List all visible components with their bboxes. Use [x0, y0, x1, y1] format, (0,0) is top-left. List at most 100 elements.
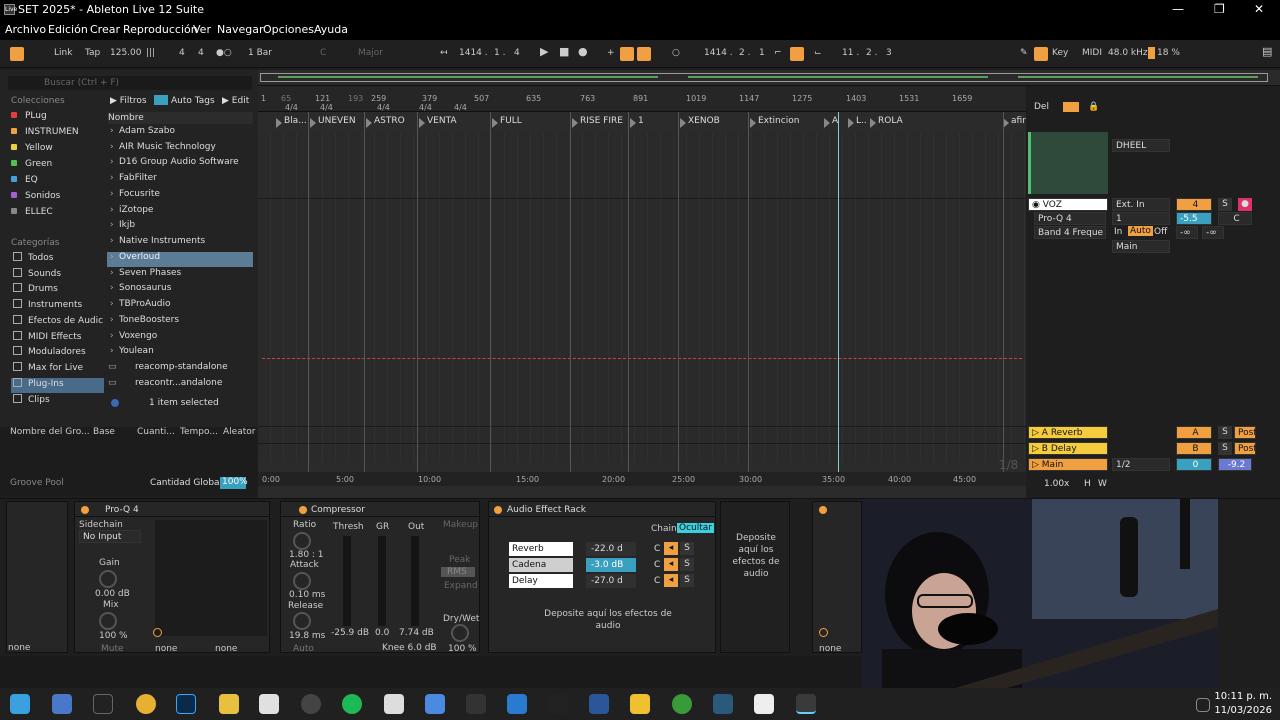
- metronome-icon[interactable]: ●○: [216, 48, 232, 58]
- category-max-for-live[interactable]: Max for Live: [11, 362, 104, 377]
- device-on-icon[interactable]: [81, 506, 89, 514]
- sig-numerator[interactable]: 4: [179, 48, 185, 58]
- main-pan[interactable]: -9.2: [1218, 458, 1252, 471]
- metronome-bars-icon[interactable]: |||: [146, 48, 155, 58]
- folder-icon[interactable]: [219, 694, 239, 714]
- voz-input[interactable]: Ext. In: [1112, 198, 1170, 211]
- chain-pan[interactable]: C: [654, 560, 660, 570]
- scale-select[interactable]: Major: [358, 48, 383, 58]
- rack-drop-area[interactable]: Deposite aquí los efectos de audio: [720, 501, 790, 653]
- key-map-button[interactable]: Key: [1052, 48, 1068, 58]
- locator[interactable]: UNEVEN: [310, 116, 356, 128]
- auto-tags-button[interactable]: Auto Tags: [171, 96, 215, 106]
- notepad-icon[interactable]: [259, 694, 279, 714]
- groove-col-quantize[interactable]: Cuanti...: [137, 427, 175, 437]
- category-sounds[interactable]: Sounds: [11, 268, 104, 283]
- gain-knob[interactable]: [99, 570, 117, 588]
- category-clips[interactable]: Clips: [11, 394, 104, 409]
- track-lanes[interactable]: [258, 132, 1026, 462]
- draw-mode-icon[interactable]: ✎: [1020, 48, 1028, 58]
- loop-back-icon[interactable]: [637, 47, 651, 61]
- h-button[interactable]: H: [1084, 479, 1091, 489]
- drywet-knob[interactable]: [451, 624, 469, 642]
- chain-activator-icon[interactable]: ◂: [664, 542, 678, 555]
- sig-denominator[interactable]: 4: [198, 48, 204, 58]
- locator[interactable]: A: [824, 116, 838, 128]
- link-button[interactable]: Link: [54, 48, 72, 58]
- mute-button[interactable]: Mute: [101, 644, 124, 654]
- empty-device-select[interactable]: none: [8, 643, 30, 653]
- automation-arm-icon[interactable]: [620, 47, 634, 61]
- vpn-icon[interactable]: [672, 694, 692, 714]
- category-midi-effects[interactable]: MIDI Effects: [11, 331, 104, 346]
- groove-col-name[interactable]: Nombre del Gro...: [10, 427, 90, 437]
- device-drop-zone[interactable]: Deposite aquí los efectos de audio: [725, 532, 787, 580]
- device-on-icon[interactable]: [494, 506, 502, 514]
- record-icon[interactable]: ●: [578, 45, 588, 58]
- arr-pos-beat[interactable]: 1 .: [494, 48, 505, 58]
- release-knob[interactable]: [293, 612, 311, 630]
- menu-reproduccion[interactable]: Reproducción: [123, 23, 198, 36]
- midi-map-button[interactable]: MIDI: [1082, 48, 1102, 58]
- voz-output[interactable]: Main: [1112, 240, 1170, 253]
- list-item[interactable]: D16 Group Audio Software: [107, 157, 253, 172]
- rack-title[interactable]: Audio Effect Rack: [489, 502, 715, 517]
- keymap-icon[interactable]: [1034, 47, 1048, 61]
- chain-solo[interactable]: S: [680, 574, 694, 587]
- auto-release-button[interactable]: Auto: [293, 644, 314, 654]
- track-clip-area[interactable]: [1028, 132, 1108, 194]
- voz-parameter[interactable]: Band 4 Freque: [1034, 226, 1106, 239]
- category-todos[interactable]: Todos: [11, 252, 104, 267]
- device-on-icon[interactable]: [819, 506, 827, 514]
- punch-out-icon[interactable]: ⌙: [814, 48, 822, 58]
- voz-pan[interactable]: C: [1218, 212, 1252, 225]
- menu-ayuda[interactable]: Ayuda: [314, 23, 348, 36]
- spotify-icon[interactable]: [342, 694, 362, 714]
- locator[interactable]: Bla...: [276, 116, 307, 128]
- category-plug-ins[interactable]: Plug-Ins: [11, 378, 104, 393]
- locator[interactable]: Extincion: [750, 116, 799, 128]
- menu-opciones[interactable]: Opciones: [263, 23, 314, 36]
- locator[interactable]: VENTA: [419, 116, 457, 128]
- network-icon[interactable]: [1196, 698, 1210, 712]
- loop-start-bar[interactable]: 1414 .: [704, 48, 733, 58]
- sidechain-select[interactable]: No Input: [79, 530, 141, 543]
- peak-button[interactable]: Peak: [449, 555, 470, 565]
- menu-ver[interactable]: Ver: [193, 23, 211, 36]
- obs-icon[interactable]: [301, 694, 321, 714]
- locator[interactable]: ROLA: [870, 116, 903, 128]
- chain-volume[interactable]: -3.0 dB: [586, 558, 636, 572]
- collection-green[interactable]: Green: [11, 159, 105, 173]
- collection-yellow[interactable]: Yellow: [11, 143, 105, 157]
- chain-pan[interactable]: C: [654, 544, 660, 554]
- main-name[interactable]: ▷ Main: [1028, 458, 1108, 471]
- hide-chain-button[interactable]: Ocultar: [677, 523, 714, 533]
- arrangement-record-icon[interactable]: [1063, 102, 1079, 112]
- list-item[interactable]: Youlean: [107, 346, 253, 361]
- loop-length-beat[interactable]: 2 .: [866, 48, 877, 58]
- list-item-selected[interactable]: Overloud: [107, 252, 253, 267]
- category-modulators[interactable]: Moduladores: [11, 346, 104, 361]
- return-a-post[interactable]: Post: [1234, 426, 1257, 439]
- main-cue[interactable]: 1/2: [1112, 458, 1170, 471]
- key-select[interactable]: C: [320, 48, 326, 58]
- list-item[interactable]: Focusrite: [107, 189, 253, 204]
- filters-toggle[interactable]: ▶ Filtros: [110, 96, 147, 106]
- return-b-name[interactable]: ▷ B Delay: [1028, 442, 1108, 455]
- locator[interactable]: ASTRO: [366, 116, 405, 128]
- list-item[interactable]: AIR Music Technology: [107, 142, 253, 157]
- photoshop-icon[interactable]: [176, 694, 196, 714]
- list-item[interactable]: Seven Phases: [107, 268, 253, 283]
- chrome-icon[interactable]: [136, 694, 156, 714]
- rms-button[interactable]: RMS: [441, 567, 475, 577]
- loop-length-sixteenth[interactable]: 3: [886, 48, 892, 58]
- list-item[interactable]: Adam Szabo: [107, 126, 253, 141]
- groove-col-random[interactable]: Aleator: [223, 427, 255, 437]
- chain-name[interactable]: Delay: [509, 574, 573, 588]
- browser-toggle-icon[interactable]: [10, 47, 24, 61]
- chain-name[interactable]: Reverb: [509, 542, 573, 556]
- return-b-post[interactable]: Post: [1234, 442, 1257, 455]
- minimize-icon[interactable]: —: [1172, 2, 1184, 16]
- expand-button[interactable]: Expand: [444, 581, 478, 591]
- main-volume[interactable]: 0: [1176, 458, 1212, 471]
